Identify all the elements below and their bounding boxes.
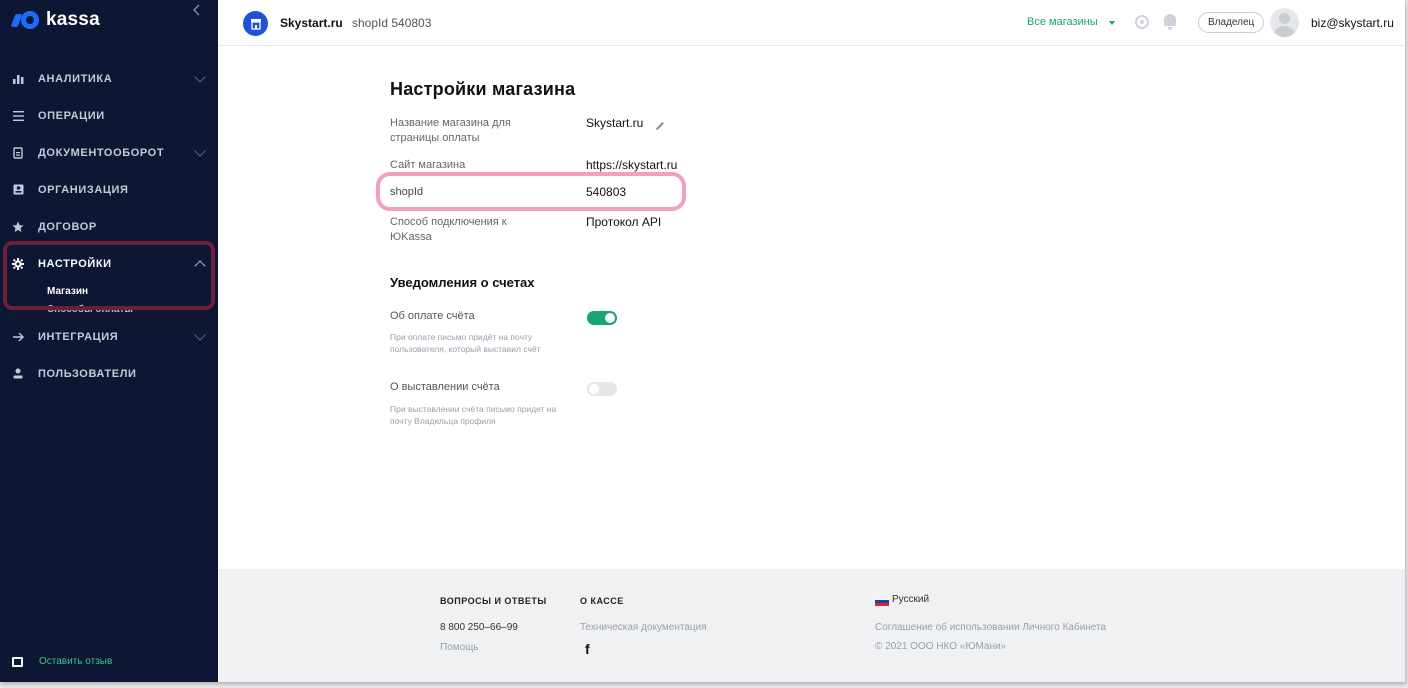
sidebar-item-label: ДОГОВОР xyxy=(38,220,97,233)
sidebar-item-label: ОРГАНИЗАЦИЯ xyxy=(38,183,129,196)
sidebar-item-users[interactable]: ПОЛЬЗОВАТЕЛИ xyxy=(0,355,218,392)
logo[interactable]: kassa xyxy=(10,9,100,31)
bar-chart-icon xyxy=(12,73,24,85)
user-icon xyxy=(12,368,24,380)
document-icon xyxy=(12,146,24,159)
chat-bubble-icon xyxy=(12,656,23,667)
chevron-down-icon xyxy=(194,145,206,157)
faq-heading: ВОПРОСЫ И ОТВЕТЫ xyxy=(440,596,547,606)
invoice-notification-description: При выставлении счёта письмо придет на п… xyxy=(390,404,557,426)
user-email[interactable]: biz@skystart.ru xyxy=(1311,16,1394,30)
sidebar-item-organization[interactable]: ОРГАНИЗАЦИЯ xyxy=(0,171,218,208)
facebook-icon[interactable]: f xyxy=(585,641,590,657)
sidebar-item-label: ДОКУМЕНТООБОРОТ xyxy=(38,146,165,159)
shop-id: shopId 540803 xyxy=(352,16,432,30)
invoice-notification-label: О выставлении счёта xyxy=(390,381,500,393)
feedback-link[interactable]: Оставить отзыв xyxy=(12,656,112,667)
tech-docs-link[interactable]: Техническая документация xyxy=(580,622,707,633)
yookassa-logo-icon xyxy=(10,11,40,29)
connection-label: Способ подключения к ЮKassa xyxy=(390,216,507,243)
help-link[interactable]: Помощь xyxy=(440,642,479,653)
all-shops-dropdown[interactable]: Все магазины xyxy=(1027,16,1098,28)
sidebar-item-label: ИНТЕГРАЦИЯ xyxy=(38,330,119,343)
sidebar-item-label: ПОЛЬЗОВАТЕЛИ xyxy=(38,367,137,380)
main-content: Настройки магазина Название магазина для… xyxy=(218,46,1405,569)
bell-icon[interactable] xyxy=(1164,14,1176,30)
chevron-down-icon xyxy=(194,329,206,341)
sidebar-item-operations[interactable]: ОПЕРАЦИИ xyxy=(0,97,218,134)
footer: ВОПРОСЫ И ОТВЕТЫ 8 800 250–66–99 Помощь … xyxy=(218,569,1405,682)
connection-value: Протокол API xyxy=(586,215,662,229)
sidebar-nav: АНАЛИТИКА ОПЕРАЦИИ ДОКУМЕНТООБОРОТ ОРГАН… xyxy=(0,60,218,392)
language-selector[interactable]: Русский xyxy=(892,594,929,605)
sidebar-item-integration[interactable]: ИНТЕГРАЦИЯ xyxy=(0,318,218,355)
about-heading: О КАССЕ xyxy=(580,596,624,606)
toggle-knob xyxy=(589,384,599,394)
settings-highlight-frame xyxy=(3,241,215,310)
shopid-value: 540803 xyxy=(586,185,627,199)
sidebar-item-label: АНАЛИТИКА xyxy=(38,72,113,85)
payment-notification-description: При оплате письмо придёт на почту пользо… xyxy=(390,332,541,354)
id-card-icon xyxy=(12,184,24,196)
chevron-down-icon xyxy=(194,71,206,83)
shop-name-value: Skystart.ru xyxy=(586,116,644,130)
shop-name[interactable]: Skystart.ru xyxy=(280,16,343,30)
avatar[interactable] xyxy=(1270,8,1299,37)
sidebar-item-documents[interactable]: ДОКУМЕНТООБОРОТ xyxy=(0,134,218,171)
support-icon[interactable] xyxy=(1135,15,1149,29)
pencil-icon[interactable] xyxy=(655,118,665,130)
invoice-notification-toggle[interactable] xyxy=(587,382,617,396)
site-label: Сайт магазина xyxy=(390,159,466,171)
sidebar-item-label: ОПЕРАЦИИ xyxy=(38,109,105,122)
shop-icon[interactable] xyxy=(243,11,268,36)
sidebar-item-contract[interactable]: ДОГОВОР xyxy=(0,208,218,245)
shopid-label: shopId xyxy=(390,186,424,198)
toggle-knob xyxy=(605,313,615,323)
site-value: https://skystart.ru xyxy=(586,158,678,172)
russian-flag-icon xyxy=(875,597,889,606)
sidebar-item-analytics[interactable]: АНАЛИТИКА xyxy=(0,60,218,97)
top-bar: Skystart.ru shopId 540803 Все магазины В… xyxy=(218,0,1405,46)
support-phone[interactable]: 8 800 250–66–99 xyxy=(440,622,518,633)
arrow-right-icon xyxy=(12,331,24,343)
copyright: © 2021 ООО НКО «ЮМани» xyxy=(875,641,1007,652)
agreement-link[interactable]: Соглашение об использовании Личного Каби… xyxy=(875,622,1106,633)
page-title: Настройки магазина xyxy=(390,79,576,99)
role-badge: Владелец xyxy=(1198,12,1265,33)
caret-down-icon xyxy=(1109,21,1115,25)
star-icon xyxy=(12,221,24,233)
sidebar: kassa АНАЛИТИКА ОПЕРАЦИИ ДОКУМЕНТООБОРОТ… xyxy=(0,0,218,682)
list-icon xyxy=(12,110,24,122)
collapse-sidebar-icon[interactable] xyxy=(193,4,205,18)
app-window: kassa АНАЛИТИКА ОПЕРАЦИИ ДОКУМЕНТООБОРОТ… xyxy=(0,0,1405,682)
feedback-label: Оставить отзыв xyxy=(39,656,113,667)
payment-notification-label: Об оплате счёта xyxy=(390,310,475,322)
notifications-title: Уведомления о счетах xyxy=(390,275,535,290)
logo-text: kassa xyxy=(46,9,100,30)
shop-name-label: Название магазина для страницы оплаты xyxy=(390,117,511,144)
payment-notification-toggle[interactable] xyxy=(587,311,617,325)
